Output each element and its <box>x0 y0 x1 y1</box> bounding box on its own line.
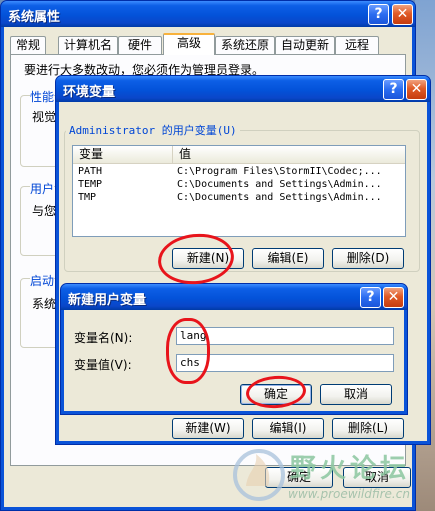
variable-name-label: 变量名(N): <box>74 331 133 345</box>
edit-user-variable-button[interactable]: 编辑(E) <box>252 248 324 269</box>
performance-label: 性能 <box>30 88 55 105</box>
table-row[interactable]: TMP C:\Documents and Settings\Admin... <box>73 191 405 204</box>
user-variables-label: Administrator 的用户变量(U) <box>66 122 240 138</box>
variable-name-cell: PATH <box>78 166 103 177</box>
column-header-value[interactable]: 值 <box>173 146 405 163</box>
environment-variables-title: 环境变量 <box>63 85 116 100</box>
variable-value-cell: C:\Program Files\StormII\Codec;... <box>177 166 382 177</box>
tab-remote[interactable]: 远程 <box>335 36 379 54</box>
help-button[interactable]: ? <box>360 287 381 308</box>
tab-hardware[interactable]: 硬件 <box>118 36 162 54</box>
tab-advanced[interactable]: 高级 <box>163 33 215 55</box>
performance-desc: 视觉 <box>32 110 57 124</box>
variable-name-cell: TEMP <box>78 179 103 190</box>
startup-label: 启动 <box>30 272 55 289</box>
variable-value-cell: C:\Documents and Settings\Admin... <box>177 179 382 190</box>
user-variables-list[interactable]: 变量 值 PATH C:\Program Files\StormII\Codec… <box>72 145 406 237</box>
tab-system-restore[interactable]: 系统还原 <box>215 36 275 54</box>
tab-automatic-updates[interactable]: 自动更新 <box>275 36 335 54</box>
tab-computer-name[interactable]: 计算机名 <box>58 36 118 54</box>
user-profiles-desc: 与您 <box>32 204 57 218</box>
new-variable-cancel-button[interactable]: 取消 <box>320 384 392 405</box>
close-button[interactable]: ✕ <box>383 287 404 308</box>
table-row[interactable]: TEMP C:\Documents and Settings\Admin... <box>73 178 405 191</box>
column-header-variable[interactable]: 变量 <box>73 146 173 163</box>
new-system-variable-button[interactable]: 新建(W) <box>172 418 244 439</box>
delete-system-variable-button[interactable]: 删除(L) <box>332 418 404 439</box>
edit-system-variable-button[interactable]: 编辑(I) <box>252 418 324 439</box>
variable-value-label: 变量值(V): <box>74 358 132 372</box>
tab-general[interactable]: 常规 <box>10 36 46 54</box>
delete-user-variable-button[interactable]: 删除(D) <box>332 248 404 269</box>
new-user-variable-title: 新建用户变量 <box>68 293 147 308</box>
environment-variables-titlebar[interactable]: 环境变量 ? ✕ <box>56 76 430 102</box>
variable-name-cell: TMP <box>78 192 97 203</box>
system-properties-title: 系统属性 <box>8 10 61 25</box>
sysprop-cancel-button[interactable]: 取消 <box>343 467 411 488</box>
startup-desc: 系统 <box>32 297 57 311</box>
system-properties-titlebar[interactable]: 系统属性 ? ✕ <box>1 1 415 27</box>
help-button[interactable]: ? <box>368 4 389 25</box>
variable-value-cell: C:\Documents and Settings\Admin... <box>177 192 382 203</box>
sysprop-ok-button[interactable]: 确定 <box>265 467 333 488</box>
table-row[interactable]: PATH C:\Program Files\StormII\Codec;... <box>73 165 405 178</box>
help-button[interactable]: ? <box>383 79 404 100</box>
close-button[interactable]: ✕ <box>392 4 413 25</box>
annotation-circle-variable-fields <box>166 318 210 384</box>
close-button[interactable]: ✕ <box>406 79 427 100</box>
list-header: 变量 值 <box>73 146 405 164</box>
user-profiles-label: 用户 <box>30 180 55 197</box>
new-user-variable-titlebar[interactable]: 新建用户变量 ? ✕ <box>61 284 407 310</box>
